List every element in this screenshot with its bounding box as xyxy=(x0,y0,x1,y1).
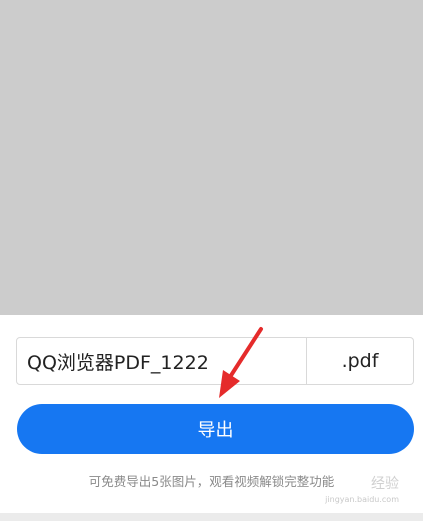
filename-input[interactable] xyxy=(16,337,307,385)
watermark-logo: 经验 jingyan.baidu.com xyxy=(325,477,399,507)
filename-row: .pdf xyxy=(16,337,414,385)
export-screen: .pdf 导出 可免费导出5张图片，观看视频解锁完整功能 经验 jingyan.… xyxy=(0,0,423,521)
watermark-url: jingyan.baidu.com xyxy=(325,495,399,504)
bottom-bar xyxy=(0,513,423,521)
export-button[interactable]: 导出 xyxy=(17,404,414,454)
pdf-preview-area xyxy=(0,0,423,315)
watermark-text: 经验 xyxy=(371,476,399,492)
file-extension-label: .pdf xyxy=(307,337,414,385)
